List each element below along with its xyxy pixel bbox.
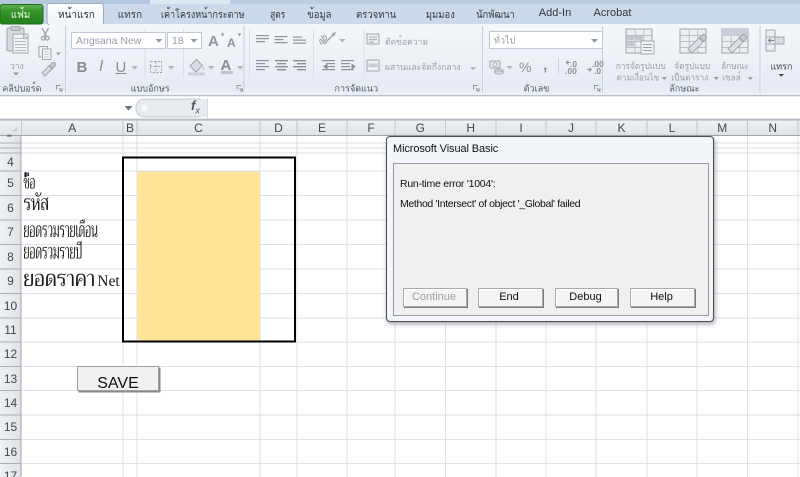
svg-text:Net: Net — [97, 273, 120, 290]
